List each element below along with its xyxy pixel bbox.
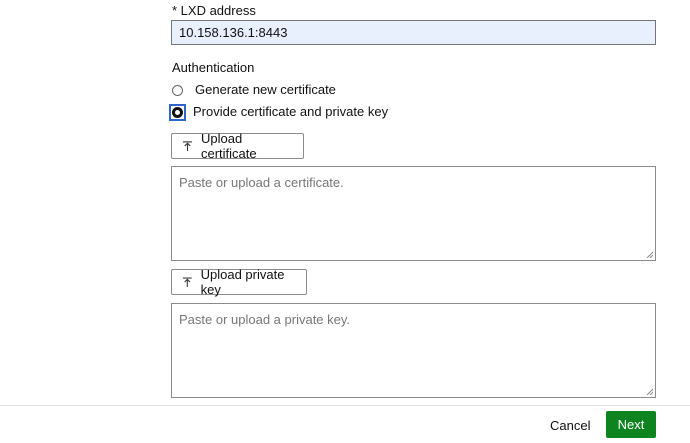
upload-private-key-label: Upload private key [200, 267, 285, 297]
authentication-label: Authentication [172, 60, 255, 75]
lxd-address-input[interactable]: 10.158.136.1:8443 [171, 20, 656, 45]
certificate-placeholder: Paste or upload a certificate. [179, 175, 344, 190]
upload-icon [182, 141, 193, 152]
upload-private-key-button[interactable]: Upload private key [171, 267, 307, 297]
private-key-placeholder: Paste or upload a private key. [179, 312, 351, 327]
radio-generate-label: Generate new certificate [195, 82, 336, 97]
cancel-button[interactable]: Cancel [550, 418, 590, 433]
upload-certificate-label: Upload certificate [200, 131, 257, 161]
radio-provide-label: Provide certificate and private key [193, 104, 389, 119]
footer-divider [0, 405, 690, 406]
radio-checked-icon[interactable] [169, 103, 186, 121]
next-button[interactable]: Next [606, 411, 656, 438]
resize-grip-icon[interactable] [646, 388, 653, 395]
radio-provide-certificate[interactable]: Provide certificate and private key [169, 102, 389, 122]
upload-certificate-button[interactable]: Upload certificate [171, 131, 304, 161]
lxd-address-label: * LXD address [172, 3, 256, 18]
radio-generate-new-certificate[interactable]: Generate new certificate [172, 80, 336, 100]
radio-unchecked-icon[interactable] [172, 84, 183, 96]
resize-grip-icon[interactable] [646, 251, 653, 258]
certificate-textarea[interactable]: Paste or upload a certificate. [171, 166, 656, 261]
private-key-textarea[interactable]: Paste or upload a private key. [171, 303, 656, 398]
upload-icon [182, 277, 192, 287]
